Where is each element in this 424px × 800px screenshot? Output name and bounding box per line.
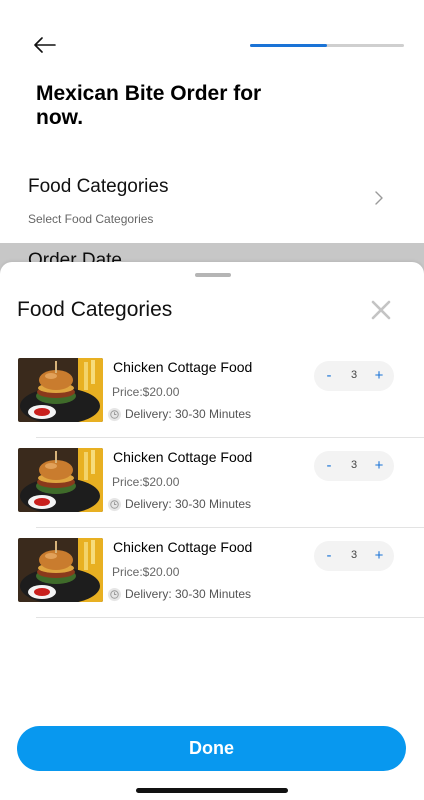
item-delivery: Delivery: 30-30 Minutes (107, 496, 251, 512)
item-name: Chicken Cottage Food (113, 539, 253, 555)
item-delivery-text: Delivery: 30-30 Minutes (125, 587, 252, 601)
item-delivery-text: Delivery: 30-30 Minutes (125, 497, 252, 511)
item-delivery-text: Delivery: 30-30 Minutes (125, 407, 252, 421)
progress-bar (250, 44, 404, 47)
quantity-value: 3 (350, 369, 358, 381)
clock-icon (107, 407, 122, 421)
back-button[interactable] (30, 30, 60, 60)
item-price: Price:$20.00 (112, 475, 180, 489)
progress-fill (250, 44, 327, 47)
clock-icon (107, 587, 122, 601)
clock-icon (107, 497, 122, 511)
done-button[interactable]: Done (17, 726, 406, 771)
divider (36, 617, 424, 618)
increment-button[interactable]: + (371, 547, 387, 565)
close-icon (371, 300, 391, 320)
food-item[interactable]: Chicken Cottage Food Price:$20.00 Delive… (0, 528, 424, 618)
increment-button[interactable]: + (371, 367, 387, 385)
quantity-stepper[interactable]: - 3 + (314, 451, 394, 481)
decrement-button[interactable]: - (321, 547, 337, 565)
chevron-right-icon (375, 191, 383, 205)
decrement-button[interactable]: - (321, 367, 337, 385)
home-indicator (136, 788, 288, 793)
quantity-stepper[interactable]: - 3 + (314, 541, 394, 571)
food-categories-field[interactable]: Food Categories Select Food Categories (0, 168, 424, 238)
food-categories-hint: Select Food Categories (28, 212, 154, 226)
page-title: Mexican Bite Order for now. (36, 82, 262, 129)
quantity-value: 3 (350, 459, 358, 471)
item-delivery: Delivery: 30-30 Minutes (107, 406, 251, 422)
item-name: Chicken Cottage Food (113, 449, 253, 465)
sheet-title: Food Categories (17, 298, 173, 321)
quantity-value: 3 (350, 549, 358, 561)
food-list: Chicken Cottage Food Price:$20.00 Delive… (0, 348, 424, 618)
burger-image (18, 358, 103, 422)
burger-image (18, 448, 103, 512)
food-item[interactable]: Chicken Cottage Food Price:$20.00 Delive… (0, 438, 424, 528)
item-price: Price:$20.00 (112, 565, 180, 579)
arrow-left-icon (34, 37, 56, 53)
food-categories-label: Food Categories (28, 176, 169, 197)
increment-button[interactable]: + (371, 457, 387, 475)
item-name: Chicken Cottage Food (113, 359, 253, 375)
item-price: Price:$20.00 (112, 385, 180, 399)
food-categories-sheet: Food Categories Chicken Cottage Food Pri… (0, 262, 424, 800)
item-delivery: Delivery: 30-30 Minutes (107, 586, 251, 602)
decrement-button[interactable]: - (321, 457, 337, 475)
quantity-stepper[interactable]: - 3 + (314, 361, 394, 391)
sheet-grabber[interactable] (195, 273, 231, 277)
burger-image (18, 538, 103, 602)
close-button[interactable] (368, 297, 394, 323)
food-item[interactable]: Chicken Cottage Food Price:$20.00 Delive… (0, 348, 424, 438)
